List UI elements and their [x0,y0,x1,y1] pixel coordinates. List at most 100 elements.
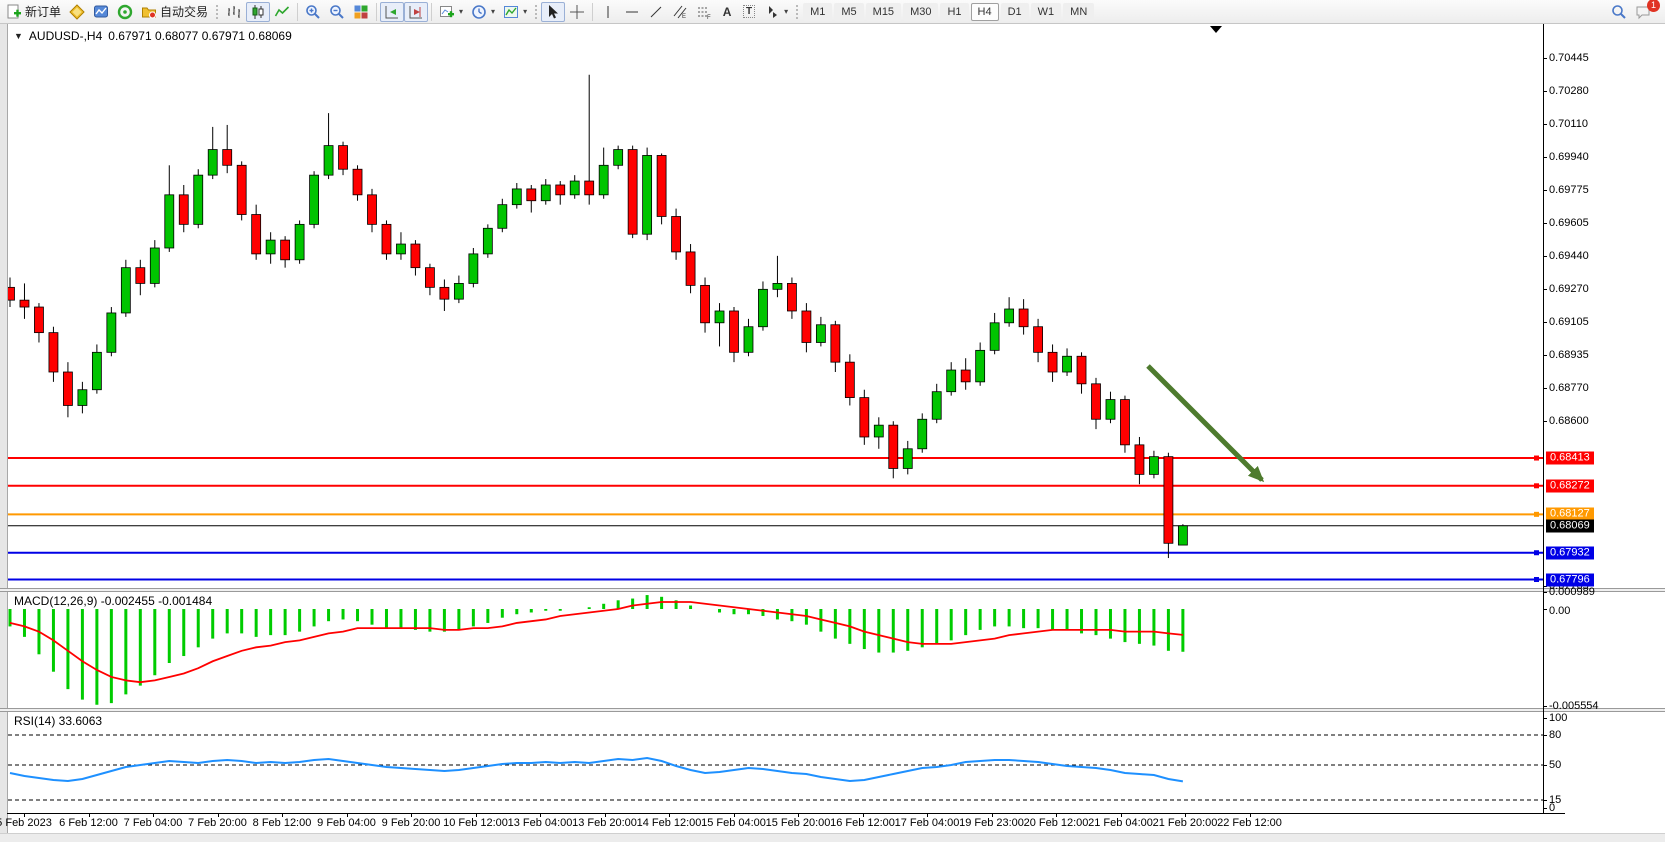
vertical-line-button[interactable] [596,2,620,22]
rsi-tick-mark [1543,735,1547,736]
time-axis-label: 16 Feb 12:00 [830,817,895,829]
terminal-icon [141,4,157,20]
data-window-icon [93,4,109,20]
macd-axis-tick: 0.00 [1549,605,1570,617]
price-axis-tick: 0.69605 [1549,217,1589,229]
current-price-badge: 0.68069 [1546,519,1594,532]
auto-scroll-button[interactable] [380,2,404,22]
timeframe-button-m1[interactable]: M1 [803,3,832,21]
price-axis-line [1543,24,1544,814]
timeframe-button-h4[interactable]: H4 [971,3,999,21]
time-axis-label: 7 Feb 20:00 [188,817,247,829]
templates-icon [503,4,519,20]
auto-trading-label: 自动交易 [160,3,208,20]
price-tick-mark [1543,322,1547,323]
timeframe-button-m15[interactable]: M15 [866,3,901,21]
toolbar-grip [795,4,799,20]
price-axis-tick: 0.68600 [1549,415,1589,427]
time-axis-line [7,813,1565,814]
time-axis-label: 21 Feb 04:00 [1088,817,1153,829]
indicators-button[interactable]: ▾ [435,2,467,22]
horizontal-line-button[interactable] [620,2,644,22]
fibonacci-button[interactable]: F [692,2,716,22]
time-axis-label: 7 Feb 04:00 [124,817,183,829]
chevron-down-icon: ▾ [784,7,788,16]
price-axis-tick: 0.70110 [1549,118,1588,130]
text-label-button[interactable]: T [738,2,760,22]
chart-shift-button[interactable] [404,2,428,22]
rsi-axis-tick: 0 [1549,802,1555,814]
main-toolbar: 新订单 自动交易 ▾ ▾ [0,0,1665,24]
panel-splitter-macd[interactable] [0,588,1665,592]
market-watch-button[interactable] [65,2,89,22]
price-axis-tick: 0.69270 [1549,283,1589,295]
macd-indicator-label: MACD(12,26,9) -0.002455 -0.001484 [14,594,212,608]
data-window-button[interactable] [89,2,113,22]
time-axis-label: 21 Feb 20:00 [1153,817,1218,829]
toolbar-separator [592,3,593,21]
macd-tick-mark [1543,609,1547,610]
price-tick-mark [1543,289,1547,290]
arrows-icon [764,4,780,20]
new-order-button[interactable]: 新订单 [2,2,65,22]
time-axis-label: 20 Feb 12:00 [1024,817,1089,829]
equidistant-channel-button[interactable]: E [668,2,692,22]
chevron-down-icon: ▾ [491,7,495,16]
trendline-button[interactable] [644,2,668,22]
bar-chart-icon [226,4,242,20]
macd-panel [10,595,1183,705]
candlestick-chart-button[interactable] [246,2,270,22]
chart-plot[interactable] [0,24,1665,841]
rsi-tick-mark [1543,765,1547,766]
rsi-axis-tick: 80 [1549,729,1561,741]
text-button[interactable]: A [716,2,738,22]
time-axis-label: 15 Feb 20:00 [766,817,831,829]
zoom-in-button[interactable] [301,2,325,22]
timeframe-button-m5[interactable]: M5 [834,3,863,21]
time-axis-label: 13 Feb 04:00 [508,817,573,829]
toolbar-separator [431,3,432,21]
price-tick-mark [1543,223,1547,224]
price-level-badge: 0.68272 [1546,479,1594,492]
tile-windows-button[interactable] [349,2,373,22]
fibonacci-icon: F [696,4,712,20]
timeframe-button-d1[interactable]: D1 [1001,3,1029,21]
navigator-button[interactable] [113,2,137,22]
line-chart-button[interactable] [270,2,294,22]
templates-button[interactable]: ▾ [499,2,531,22]
zoom-out-icon [329,4,345,20]
cursor-button[interactable] [541,2,565,22]
rsi-panel [8,735,1543,800]
arrows-button[interactable]: ▾ [760,2,792,22]
periods-button[interactable]: ▾ [467,2,499,22]
chart-shift-icon [408,4,424,20]
chart-window[interactable]: ▼ AUDUSD-,H4 0.67971 0.68077 0.67971 0.6… [0,24,1665,841]
timeframe-button-mn[interactable]: MN [1063,3,1094,21]
time-axis-label: 22 Feb 12:00 [1217,817,1282,829]
rsi-axis-tick: 100 [1549,712,1567,724]
chart-shift-marker[interactable] [1210,26,1222,33]
price-tick-mark [1543,256,1547,257]
price-axis-tick: 0.69940 [1549,151,1589,163]
time-axis-label: 8 Feb 12:00 [253,817,312,829]
chart-title-row: ▼ AUDUSD-,H4 0.67971 0.68077 0.67971 0.6… [14,29,292,43]
time-axis-label: 15 Feb 04:00 [701,817,766,829]
crosshair-button[interactable] [565,2,589,22]
chart-symbol-title: AUDUSD-,H4 [29,29,102,43]
price-level-lines[interactable] [3,456,1543,582]
zoom-out-button[interactable] [325,2,349,22]
timeframe-button-h1[interactable]: H1 [940,3,968,21]
time-axis-label: 9 Feb 20:00 [382,817,441,829]
cursor-icon [545,4,561,20]
zoom-in-icon [305,4,321,20]
auto-trading-button[interactable]: 自动交易 [137,2,212,22]
search-button[interactable] [1607,2,1631,22]
panel-splitter-rsi[interactable] [0,708,1665,712]
indicators-icon [439,4,455,20]
timeframe-button-m30[interactable]: M30 [903,3,938,21]
bar-chart-button[interactable] [222,2,246,22]
price-level-badge: 0.67932 [1546,546,1594,559]
chat-button[interactable]: 1 [1631,2,1655,22]
auto-scroll-icon [384,4,400,20]
timeframe-button-w1[interactable]: W1 [1031,3,1062,21]
